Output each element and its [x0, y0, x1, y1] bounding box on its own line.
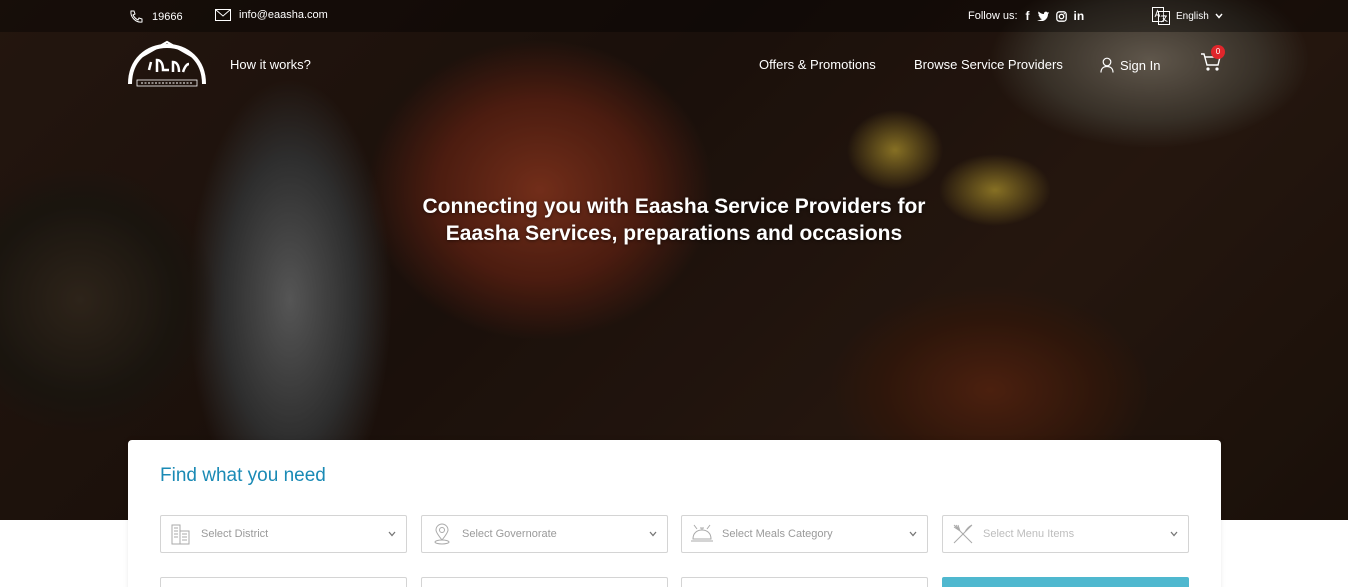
eaasha-logo[interactable]: [127, 40, 207, 90]
second-row-field-1[interactable]: [160, 577, 407, 587]
governorate-placeholder: Select Governorate: [462, 528, 557, 540]
map-pin-icon: [434, 523, 450, 545]
linkedin-icon[interactable]: in: [1074, 9, 1085, 23]
menu-items-placeholder: Select Menu Items: [983, 528, 1075, 540]
facebook-icon[interactable]: f: [1026, 9, 1030, 23]
building-icon: [171, 524, 190, 545]
email-address: info@eaasha.com: [239, 9, 328, 21]
district-select[interactable]: Select District: [160, 515, 407, 553]
meals-category-placeholder: Select Meals Category: [722, 528, 833, 540]
how-it-works-link[interactable]: How it works?: [230, 57, 311, 72]
sign-in-label: Sign In: [1120, 57, 1161, 73]
follow-label: Follow us:: [968, 10, 1018, 22]
meals-category-select[interactable]: Select Meals Category: [681, 515, 928, 553]
chevron-down-icon: [1170, 531, 1178, 537]
second-row-field-2[interactable]: [421, 577, 668, 587]
second-row-field-3[interactable]: [681, 577, 928, 587]
phone-icon: [130, 10, 143, 23]
search-card: Find what you need Select District Selec…: [128, 440, 1221, 587]
chevron-down-icon: [909, 531, 917, 537]
hero-headline-line2: Eaasha Services, preparations and occasi…: [445, 222, 903, 245]
chevron-down-icon: [649, 531, 657, 537]
top-bar: 19666 info@eaasha.com Follow us: f in En…: [0, 0, 1348, 32]
hero-headline-line1: Connecting you with Eaasha Service Provi…: [422, 195, 926, 218]
user-icon: [1100, 57, 1114, 73]
offers-promotions-link[interactable]: Offers & Promotions: [759, 57, 876, 72]
food-tray-icon: [691, 524, 713, 542]
language-selector[interactable]: English: [1152, 7, 1223, 25]
phone-number: 19666: [152, 11, 183, 23]
envelope-icon: [215, 9, 231, 21]
phone-contact[interactable]: 19666: [128, 9, 183, 25]
translate-icon: [1152, 7, 1170, 25]
language-label: English: [1176, 10, 1209, 22]
instagram-icon[interactable]: [1055, 10, 1067, 22]
search-title: Find what you need: [160, 465, 326, 486]
email-contact[interactable]: info@eaasha.com: [215, 9, 328, 21]
follow-us: Follow us: f in: [968, 9, 1084, 23]
hero-headline: Connecting you with Eaasha Service Provi…: [0, 193, 1348, 247]
chevron-down-icon: [388, 531, 396, 537]
fork-knife-icon: [953, 524, 973, 544]
social-links: f in: [1026, 9, 1085, 23]
menu-items-select[interactable]: Select Menu Items: [942, 515, 1189, 553]
twitter-icon[interactable]: [1036, 11, 1049, 21]
main-navigation: How it works? Offers & Promotions Browse…: [0, 32, 1348, 96]
search-button[interactable]: [942, 577, 1189, 587]
district-placeholder: Select District: [201, 528, 269, 540]
chevron-down-icon: [1215, 13, 1223, 19]
cart-count-badge: 0: [1211, 45, 1225, 59]
governorate-select[interactable]: Select Governorate: [421, 515, 668, 553]
browse-providers-link[interactable]: Browse Service Providers: [914, 57, 1063, 72]
sign-in-link[interactable]: Sign In: [1100, 57, 1160, 73]
